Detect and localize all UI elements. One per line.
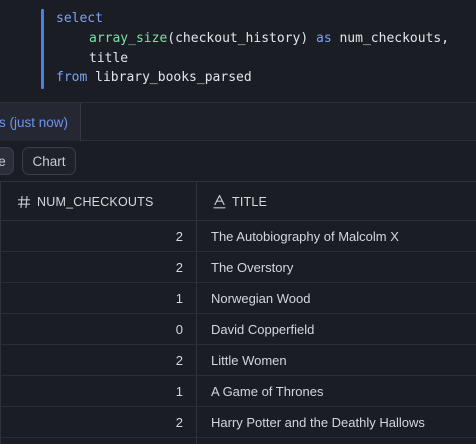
cell-title: The Autobiography of Malcolm X [211, 228, 399, 244]
hash-icon [17, 195, 31, 208]
code-fn: array_size [89, 31, 168, 46]
column-header-title[interactable]: TITLE [213, 182, 267, 221]
table-row[interactable]: 2 Harry Potter and the Deathly Hallows [0, 407, 476, 438]
chart-view-button[interactable]: Chart [22, 147, 76, 175]
sql-editor[interactable]: select array_size(checkout_history) as n… [0, 0, 476, 102]
code-as: as [316, 31, 332, 46]
column-header-num-checkouts[interactable]: NUM_CHECKOUTS [17, 182, 154, 221]
table-row[interactable]: 0 David Copperfield [0, 314, 476, 345]
column-label: NUM_CHECKOUTS [37, 194, 154, 209]
cell-num-checkouts: 2 [175, 259, 183, 275]
code-from: from [56, 70, 88, 85]
cell-num-checkouts: 1 [175, 290, 183, 306]
cell-title: Harry Potter and the Deathly Hallows [211, 414, 425, 430]
results-tab-label: s (just now) [0, 114, 69, 130]
view-toggle-bar: e Chart [0, 141, 476, 181]
code-line-title: title [89, 51, 129, 66]
cell-num-checkouts: 2 [175, 228, 183, 244]
chart-view-label: Chart [32, 153, 66, 169]
table-view-label: e [0, 153, 6, 169]
cell-num-checkouts: 1 [175, 383, 183, 399]
code-line-select: select [56, 11, 103, 26]
column-label: TITLE [232, 194, 268, 209]
code-line-array-size: array_size(checkout_history) as num_chec… [89, 31, 449, 47]
code-table: library_books_parsed [95, 70, 252, 85]
cell-num-checkouts: 2 [175, 352, 183, 368]
code-alias: num_checkouts, [339, 31, 450, 46]
cell-title: Little Women [211, 352, 287, 368]
table-row[interactable]: 2 The Autobiography of Malcolm X [0, 221, 476, 252]
table-row[interactable]: 2 Little Women [0, 345, 476, 376]
grid-header: NUM_CHECKOUTS TITLE [0, 182, 476, 221]
cell-title: A Game of Thrones [211, 383, 324, 399]
code-line-from: from library_books_parsed [56, 70, 252, 86]
table-row[interactable]: 1 A Game of Thrones [0, 376, 476, 407]
active-statement-bar [41, 9, 44, 89]
cell-num-checkouts: 2 [175, 414, 183, 430]
cell-num-checkouts: 0 [175, 321, 183, 337]
table-row[interactable]: 2 The Overstory [0, 252, 476, 283]
code-args: (checkout_history) [167, 31, 309, 46]
table-row[interactable]: 1 Norwegian Wood [0, 283, 476, 314]
results-tab-bar: s (just now) [0, 102, 476, 141]
text-type-icon [213, 194, 226, 209]
results-grid: NUM_CHECKOUTS TITLE 2 The Autobiography … [0, 181, 476, 444]
cell-title: The Overstory [211, 259, 294, 275]
results-tab[interactable]: s (just now) [0, 103, 81, 141]
cell-title: David Copperfield [211, 321, 315, 337]
table-view-button[interactable]: e [0, 147, 14, 175]
cell-title: Norwegian Wood [211, 290, 311, 306]
